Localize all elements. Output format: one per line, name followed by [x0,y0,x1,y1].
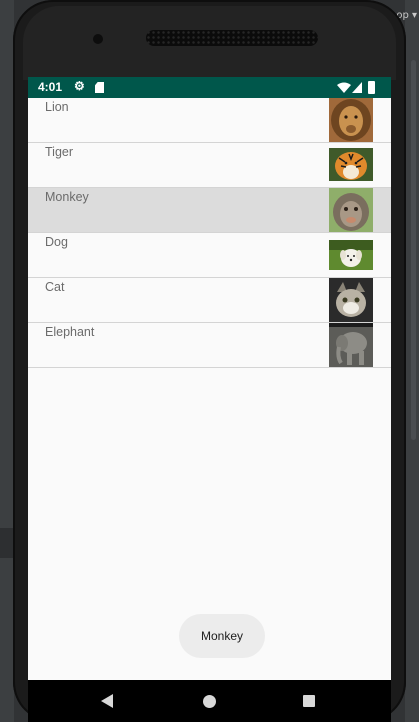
ide-editor-gutter [0,0,14,722]
animal-list[interactable]: Lion Tiger Monkey Dog Cat Elephant [28,98,391,368]
list-item-label: Monkey [45,190,89,204]
recents-icon[interactable] [303,695,315,707]
list-item-dog[interactable]: Dog [28,233,391,278]
monkey-photo [329,188,373,232]
list-item-label: Tiger [45,145,74,159]
navigation-bar [28,680,391,722]
list-item-tiger[interactable]: Tiger [28,143,391,188]
list-item-elephant[interactable]: Elephant [28,323,391,368]
list-item-label: Elephant [45,325,95,339]
ide-bottom-bar [0,528,14,558]
list-item-label: Dog [45,235,68,249]
gear-icon: ⚙ [74,79,85,93]
list-item-cat[interactable]: Cat [28,278,391,323]
phone-frame: 4:01 ⚙ Lion Tiger Monkey Dog Cat Elephan… [13,0,406,722]
cat-photo [329,278,373,322]
list-item-label: Lion [45,100,69,114]
back-icon[interactable] [101,694,113,708]
status-time: 4:01 [38,80,63,94]
dog-photo [329,240,373,270]
ide-scrollbar[interactable] [411,60,416,440]
list-item-label: Cat [45,280,65,294]
list-item-lion[interactable]: Lion [28,98,391,143]
front-camera [93,34,103,44]
list-item-monkey[interactable]: Monkey [28,188,391,233]
signal-icon [352,82,362,93]
phone-screen: 4:01 ⚙ Lion Tiger Monkey Dog Cat Elephan… [28,77,391,722]
tiger-photo [329,148,373,181]
phone-bezel-top [23,6,396,80]
earpiece-speaker [146,30,318,46]
home-icon[interactable] [203,695,216,708]
toast-message: Monkey [179,614,265,658]
lion-photo [329,98,373,142]
battery-icon [368,81,375,94]
elephant-photo [329,323,373,367]
wifi-icon [337,82,351,93]
sd-card-icon [95,82,104,93]
status-bar: 4:01 ⚙ [28,77,391,98]
